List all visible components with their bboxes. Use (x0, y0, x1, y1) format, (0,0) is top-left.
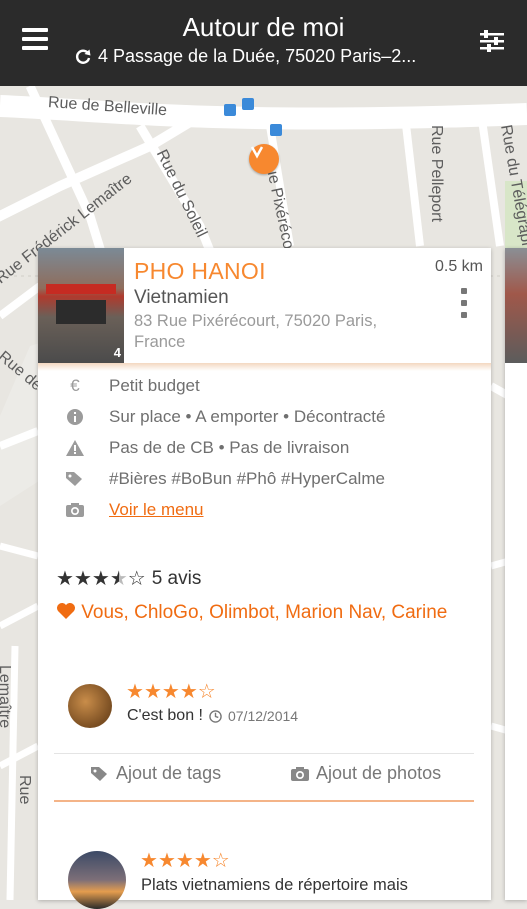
more-options-icon[interactable] (461, 288, 467, 320)
star-full-icon: ★ (161, 681, 180, 703)
tag-icon (91, 766, 107, 781)
budget-row: € Petit budget (64, 376, 200, 396)
restaurant-card[interactable]: 4 PHO HANOI 0.5 km Vietnamien 83 Rue Pix… (38, 248, 491, 909)
star-full-icon: ★ (175, 850, 194, 872)
section-divider (54, 800, 474, 802)
star-full-icon: ★ (157, 850, 176, 872)
add-tags-button[interactable]: Ajout de tags (90, 763, 221, 784)
location-bar[interactable]: 4 Passage de la Duée, 75020 Paris–2... (74, 46, 416, 67)
avatar (68, 851, 126, 909)
star-half-icon: ★ (109, 568, 128, 590)
street-label: Rue (16, 775, 33, 805)
rating: ★ ★ ★ ★ ☆ 5 avis (56, 568, 201, 590)
likes-text: Vous, ChloGo, Olimbot, Marion Nav, Carin… (81, 602, 448, 623)
star-full-icon: ★ (73, 568, 92, 590)
photo-count: 4 (113, 345, 121, 360)
avatar (68, 684, 112, 728)
restaurant-name[interactable]: PHO HANOI (134, 258, 266, 285)
street-label: Lemaître (0, 665, 13, 729)
review-count[interactable]: 5 avis (152, 568, 202, 590)
map-pin-icon[interactable] (249, 144, 279, 174)
review-text: Plats vietnamiens de répertoire mais (141, 876, 408, 894)
clock-icon (209, 709, 222, 723)
restaurant-address: 83 Rue Pixérécourt, 75020 Paris, France (134, 312, 378, 351)
tag-icon (64, 470, 86, 488)
review-item[interactable]: ★ ★ ★ ★ ☆ Plats vietnamiens de répertoir… (68, 851, 478, 909)
add-photos-button[interactable]: Ajout de photos (290, 763, 441, 784)
star-empty-icon: ☆ (127, 568, 146, 590)
camera-icon (291, 766, 309, 781)
services-row: Sur place • A emporter • Décontracté (64, 407, 385, 427)
budget-text: Petit budget (109, 376, 200, 395)
review-date: 07/12/2014 (227, 708, 299, 724)
add-photos-label: Ajout de photos (316, 763, 442, 783)
star-full-icon: ★ (179, 681, 198, 703)
distance: 0.5 km (434, 258, 483, 275)
add-tags-label: Ajout de tags (116, 763, 222, 783)
euro-icon: € (70, 376, 80, 395)
likes[interactable]: Vous, ChloGo, Olimbot, Marion Nav, Carin… (56, 600, 466, 626)
menu-row: Voir le menu (64, 500, 204, 520)
warnings-row: Pas de de CB • Pas de livraison (64, 438, 349, 458)
restaurant-photo[interactable]: 4 (38, 248, 124, 363)
view-menu-link[interactable]: Voir le menu (109, 500, 204, 520)
tags-text: #Bières #BoBun #Phô #HyperCalme (109, 469, 385, 488)
filter-icon[interactable] (479, 30, 505, 52)
current-address: 4 Passage de la Duée, 75020 Paris–2... (98, 46, 417, 66)
review-rating: ★ ★ ★ ★ ☆ (140, 851, 230, 871)
camera-icon (64, 501, 86, 519)
refresh-icon[interactable] (74, 48, 92, 66)
app-header: Autour de moi 4 Passage de la Duée, 7502… (0, 0, 527, 86)
info-icon (64, 408, 86, 426)
star-full-icon: ★ (140, 850, 158, 872)
cuisine-type: Vietnamien (134, 287, 229, 308)
star-full-icon: ★ (193, 850, 212, 872)
star-empty-icon: ☆ (197, 681, 216, 703)
star-full-icon: ★ (91, 568, 110, 590)
warning-icon (64, 439, 86, 457)
page-title: Autour de moi (182, 12, 345, 42)
heart-icon (57, 603, 75, 619)
star-full-icon: ★ (143, 681, 162, 703)
review-text: C'est bon ! (127, 707, 203, 724)
divider (38, 363, 491, 371)
next-card-preview[interactable] (505, 248, 527, 900)
warnings-text: Pas de de CB • Pas de livraison (109, 438, 350, 457)
star-empty-icon: ☆ (211, 850, 230, 872)
street-label: Rue Pelleport (428, 125, 445, 222)
services-text: Sur place • A emporter • Décontracté (109, 407, 386, 426)
review-rating: ★ ★ ★ ★ ☆ (126, 682, 216, 702)
star-full-icon: ★ (126, 681, 144, 703)
review-item[interactable]: ★ ★ ★ ★ ☆ C'est bon ! 07/12/2014 (68, 682, 468, 732)
star-full-icon: ★ (56, 568, 74, 590)
tags-row: #Bières #BoBun #Phô #HyperCalme (64, 469, 385, 489)
